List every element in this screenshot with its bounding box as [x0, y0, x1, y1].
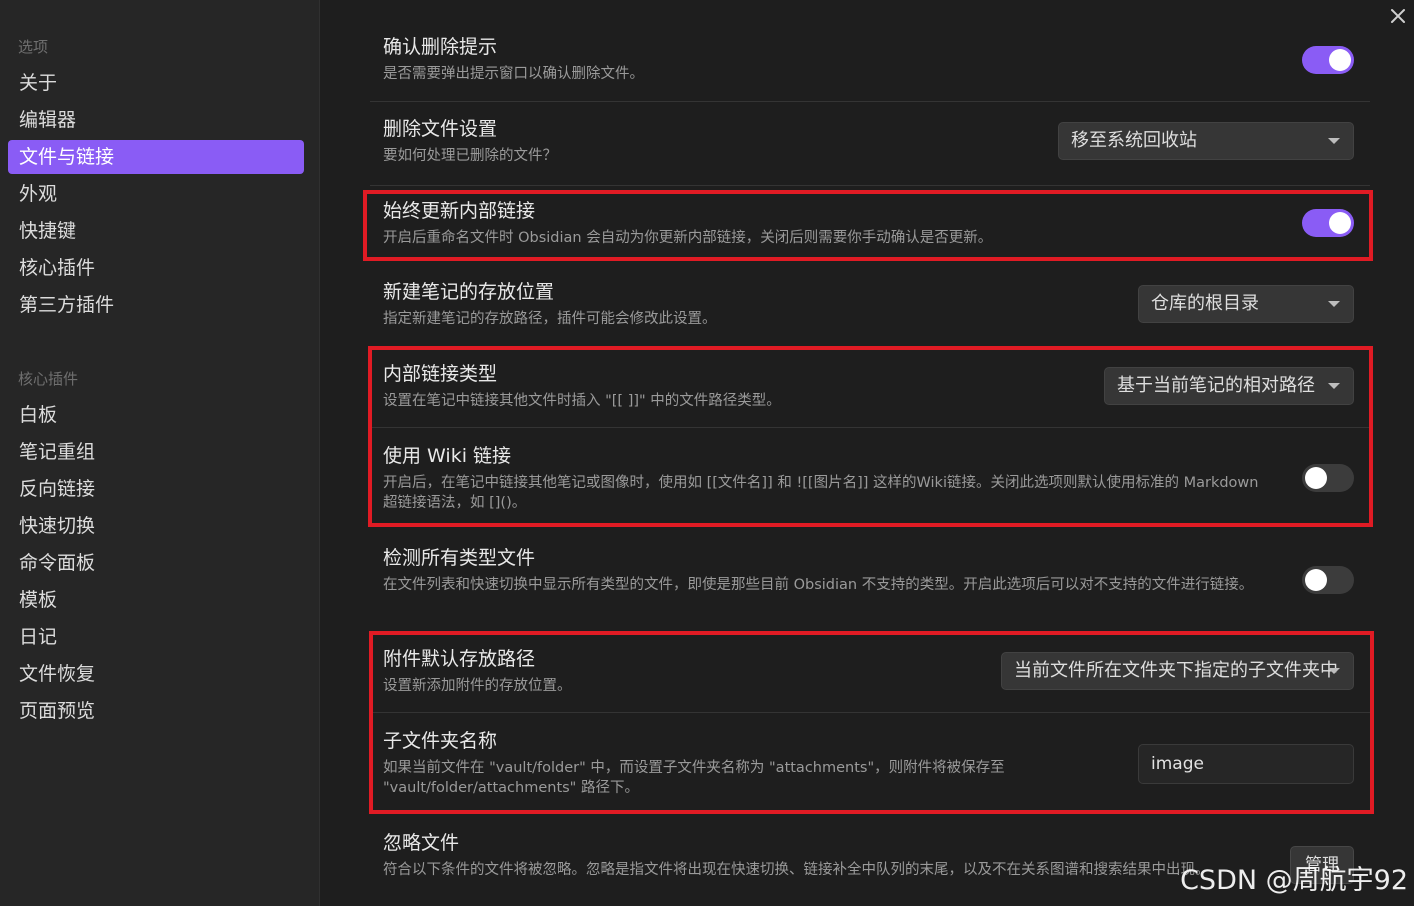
- chevron-down-icon: [1328, 138, 1340, 144]
- sidebar-item-core-plugins[interactable]: 核心插件: [8, 251, 304, 285]
- dropdown-value: 基于当前笔记的相对路径: [1117, 375, 1315, 396]
- sidebar-item-page-preview[interactable]: 页面预览: [8, 694, 304, 728]
- setting-desc: 开启后，在笔记中链接其他笔记或图像时，使用如 [[文件名]] 和 ![[图片名]…: [383, 475, 1259, 511]
- sidebar-item-templates[interactable]: 模板: [8, 583, 304, 617]
- setting-title: 忽略文件: [383, 832, 460, 854]
- setting-subfolder-name: 子文件夹名称 如果当前文件在 "vault/folder" 中，而设置子文件夹名…: [370, 728, 1370, 804]
- setting-confirm-delete: 确认删除提示 是否需要弹出提示窗口以确认删除文件。: [370, 34, 1370, 102]
- setting-delete-files: 删除文件设置 要如何处理已删除的文件？ 移至系统回收站: [370, 116, 1370, 186]
- toggle-knob: [1329, 49, 1351, 71]
- setting-desc: 开启后重命名文件时 Obsidian 会自动为你更新内部链接，关闭后则需要你手动…: [383, 230, 993, 246]
- setting-desc: 符合以下条件的文件将被忽略。忽略是指文件将出现在快速切换、链接补全中队列的末尾，…: [383, 862, 1210, 878]
- sidebar-item-command-palette[interactable]: 命令面板: [8, 546, 304, 580]
- sidebar-item-editor[interactable]: 编辑器: [8, 103, 304, 137]
- sidebar-item-file-recovery[interactable]: 文件恢复: [8, 657, 304, 691]
- sidebar-item-daily-notes[interactable]: 日记: [8, 620, 304, 654]
- confirm-delete-toggle[interactable]: [1302, 46, 1354, 74]
- chevron-down-icon: [1328, 668, 1340, 674]
- setting-link-format: 内部链接类型 设置在笔记中链接其他文件时插入 "[[ ]]" 中的文件路径类型。…: [370, 361, 1370, 428]
- dropdown-value: 仓库的根目录: [1151, 293, 1259, 314]
- setting-desc: 如果当前文件在 "vault/folder" 中，而设置子文件夹名称为 "att…: [383, 760, 1005, 796]
- detect-all-files-toggle[interactable]: [1302, 566, 1354, 594]
- sidebar-group-options: 选项: [18, 38, 49, 56]
- setting-desc: 是否需要弹出提示窗口以确认删除文件。: [383, 66, 644, 82]
- sidebar-item-about[interactable]: 关于: [8, 66, 304, 100]
- toggle-knob: [1329, 212, 1351, 234]
- sidebar-item-backlinks[interactable]: 反向链接: [8, 472, 304, 506]
- sidebar-item-appearance[interactable]: 外观: [8, 177, 304, 211]
- close-button[interactable]: [1384, 2, 1412, 30]
- new-note-location-dropdown[interactable]: 仓库的根目录: [1138, 285, 1354, 323]
- chevron-down-icon: [1328, 301, 1340, 307]
- settings-sidebar: 选项 关于 编辑器 文件与链接 外观 快捷键 核心插件 第三方插件 核心插件 白…: [0, 0, 320, 906]
- setting-detect-all-files: 检测所有类型文件 在文件列表和快速切换中显示所有类型的文件，即使是那些目前 Ob…: [370, 545, 1370, 621]
- setting-desc: 在文件列表和快速切换中显示所有类型的文件，即使是那些目前 Obsidian 不支…: [383, 577, 1254, 593]
- sidebar-group-core-plugins: 核心插件: [18, 370, 79, 388]
- sidebar-item-canvas[interactable]: 白板: [8, 398, 304, 432]
- toggle-knob: [1305, 467, 1327, 489]
- watermark: CSDN @周航宇92: [1180, 865, 1408, 896]
- setting-new-note-location: 新建笔记的存放位置 指定新建笔记的存放路径，插件可能会修改此设置。 仓库的根目录: [370, 279, 1370, 339]
- close-icon: [1391, 9, 1405, 23]
- setting-always-update-links: 始终更新内部链接 开启后重命名文件时 Obsidian 会自动为你更新内部链接，…: [370, 198, 1370, 258]
- sidebar-item-files-links[interactable]: 文件与链接: [8, 140, 304, 174]
- always-update-links-toggle[interactable]: [1302, 209, 1354, 237]
- setting-title: 使用 Wiki 链接: [383, 445, 512, 467]
- delete-files-dropdown[interactable]: 移至系统回收站: [1058, 122, 1354, 160]
- link-format-dropdown[interactable]: 基于当前笔记的相对路径: [1104, 367, 1354, 405]
- use-wiki-links-toggle[interactable]: [1302, 464, 1354, 492]
- setting-title: 确认删除提示: [383, 36, 498, 58]
- dropdown-value: 移至系统回收站: [1071, 130, 1197, 151]
- toggle-knob: [1305, 569, 1327, 591]
- chevron-down-icon: [1328, 383, 1340, 389]
- sidebar-item-note-composer[interactable]: 笔记重组: [8, 435, 304, 469]
- subfolder-name-input[interactable]: image: [1138, 744, 1354, 784]
- setting-use-wiki-links: 使用 Wiki 链接 开启后，在笔记中链接其他笔记或图像时，使用如 [[文件名]…: [370, 443, 1370, 519]
- sidebar-item-community-plugins[interactable]: 第三方插件: [8, 288, 304, 322]
- sidebar-item-hotkeys[interactable]: 快捷键: [8, 214, 304, 248]
- dropdown-value: 当前文件所在文件夹下指定的子文件夹中: [1014, 660, 1338, 681]
- setting-title: 检测所有类型文件: [383, 547, 536, 569]
- setting-attachment-folder: 附件默认存放路径 设置新添加附件的存放位置。 当前文件所在文件夹下指定的子文件夹…: [370, 646, 1370, 713]
- attachment-folder-dropdown[interactable]: 当前文件所在文件夹下指定的子文件夹中: [1001, 652, 1354, 690]
- setting-title: 始终更新内部链接: [383, 200, 536, 222]
- sidebar-item-quick-switcher[interactable]: 快速切换: [8, 509, 304, 543]
